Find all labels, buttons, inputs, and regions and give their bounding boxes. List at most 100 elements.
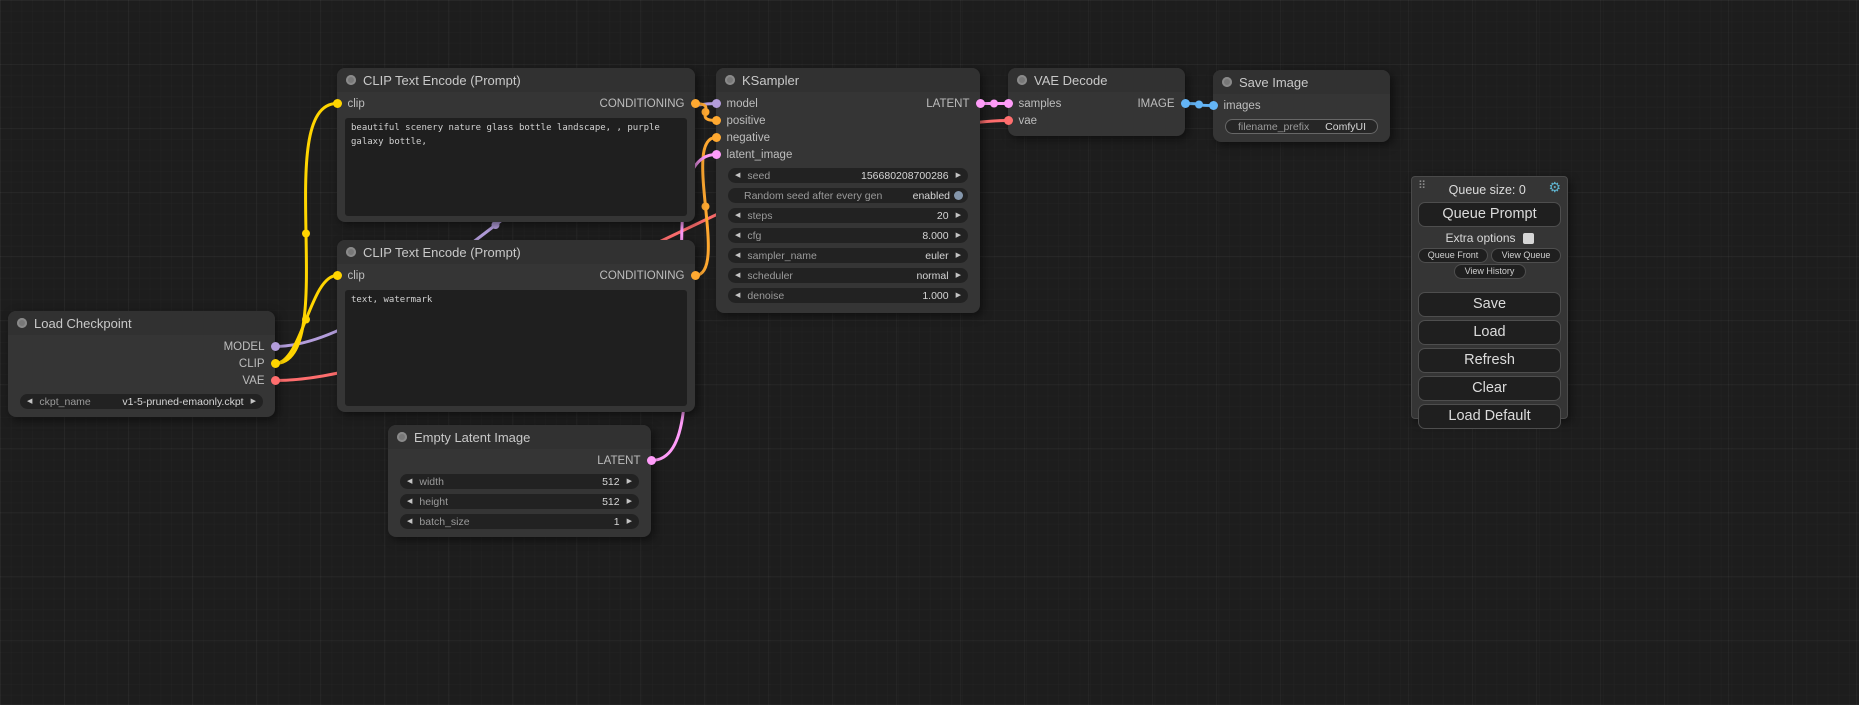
collapse-dot-icon[interactable] [725,75,735,85]
node-vae-decode[interactable]: VAE Decode samples IMAGE vae [1008,68,1185,136]
increment-arrow-icon[interactable]: ▶ [627,518,632,525]
slot-row: MODEL [8,338,275,355]
denoise-widget[interactable]: ◀ denoise 1.000 ▶ [728,288,968,303]
load-button[interactable]: Load [1418,320,1561,345]
node-save-image[interactable]: Save Image images filename_prefix ComfyU… [1213,70,1390,142]
conditioning-output-dot[interactable] [691,271,700,280]
node-clip-text-encode-negative[interactable]: CLIP Text Encode (Prompt) clip CONDITION… [337,240,695,412]
slot-row: clip CONDITIONING [337,267,695,284]
node-empty-latent-image[interactable]: Empty Latent Image LATENT ◀ width 512 ▶ … [388,425,651,537]
widget-label: steps [747,210,772,222]
node-clip-text-encode-positive[interactable]: CLIP Text Encode (Prompt) clip CONDITION… [337,68,695,222]
node-title-bar[interactable]: Empty Latent Image [388,425,651,449]
node-title-bar[interactable]: CLIP Text Encode (Prompt) [337,68,695,92]
decrement-arrow-icon[interactable]: ◀ [407,478,412,485]
latent-output-dot[interactable] [647,456,656,465]
output-label-latent: LATENT [926,98,969,110]
load-default-button[interactable]: Load Default [1418,404,1561,429]
decrement-arrow-icon[interactable]: ◀ [735,272,740,279]
increment-arrow-icon[interactable]: ▶ [956,172,961,179]
negative-input-dot[interactable] [712,133,721,142]
view-history-button[interactable]: View History [1454,264,1526,279]
refresh-button[interactable]: Refresh [1418,348,1561,373]
clip-input-dot[interactable] [333,271,342,280]
slot-row: clip CONDITIONING [337,95,695,112]
prompt-textarea[interactable]: text, watermark [345,290,687,406]
increment-arrow-icon[interactable]: ▶ [956,232,961,239]
decrement-arrow-icon[interactable]: ◀ [407,518,412,525]
vae-output-dot[interactable] [271,376,280,385]
widget-label: batch_size [419,516,469,528]
increment-arrow-icon[interactable]: ▶ [956,272,961,279]
decrement-arrow-icon[interactable]: ◀ [735,232,740,239]
clip-input-dot[interactable] [333,99,342,108]
positive-input-dot[interactable] [712,116,721,125]
node-title: VAE Decode [1034,73,1107,88]
widget-value: 1 [614,516,620,528]
node-title-bar[interactable]: CLIP Text Encode (Prompt) [337,240,695,264]
decrement-arrow-icon[interactable]: ◀ [735,172,740,179]
collapse-dot-icon[interactable] [17,318,27,328]
increment-arrow-icon[interactable]: ▶ [956,292,961,299]
drag-handle-icon[interactable]: ⠿ [1418,179,1426,192]
queue-prompt-button[interactable]: Queue Prompt [1418,202,1561,227]
input-label-latent-image: latent_image [727,149,793,161]
decrement-arrow-icon[interactable]: ◀ [735,292,740,299]
decrement-arrow-icon[interactable]: ◀ [407,498,412,505]
decrement-arrow-icon[interactable]: ◀ [735,252,740,259]
samples-input-dot[interactable] [1004,99,1013,108]
node-title-bar[interactable]: KSampler [716,68,980,92]
view-queue-button[interactable]: View Queue [1491,248,1561,263]
sampler-name-widget[interactable]: ◀ sampler_name euler ▶ [728,248,968,263]
collapse-dot-icon[interactable] [346,247,356,257]
queue-menu-panel: ⠿ Queue size: 0 ⚙ Queue Prompt Extra opt… [1411,176,1568,419]
collapse-dot-icon[interactable] [1222,77,1232,87]
spacer [1418,280,1561,289]
collapse-dot-icon[interactable] [346,75,356,85]
settings-gear-icon[interactable]: ⚙ [1548,180,1561,194]
seed-widget[interactable]: ◀ seed 156680208700286 ▶ [728,168,968,183]
latent-output-dot[interactable] [976,99,985,108]
vae-input-dot[interactable] [1004,116,1013,125]
increment-arrow-icon[interactable]: ▶ [956,212,961,219]
images-input-dot[interactable] [1209,101,1218,110]
conditioning-output-dot[interactable] [691,99,700,108]
clip-output-dot[interactable] [271,359,280,368]
collapse-dot-icon[interactable] [1017,75,1027,85]
node-ksampler[interactable]: KSampler model LATENT positive negative [716,68,980,313]
scheduler-widget[interactable]: ◀ scheduler normal ▶ [728,268,968,283]
input-label-negative: negative [727,132,770,144]
cfg-widget[interactable]: ◀ cfg 8.000 ▶ [728,228,968,243]
height-widget[interactable]: ◀ height 512 ▶ [400,494,639,509]
decrement-arrow-icon[interactable]: ◀ [27,398,32,405]
model-input-dot[interactable] [712,99,721,108]
width-widget[interactable]: ◀ width 512 ▶ [400,474,639,489]
batch-size-widget[interactable]: ◀ batch_size 1 ▶ [400,514,639,529]
node-title: CLIP Text Encode (Prompt) [363,73,521,88]
ckpt-name-widget[interactable]: ◀ ckpt_name v1-5-pruned-emaonly.ckpt ▶ [20,394,263,409]
random-seed-toggle-widget[interactable]: Random seed after every gen enabled [728,188,968,203]
increment-arrow-icon[interactable]: ▶ [627,478,632,485]
save-button[interactable]: Save [1418,292,1561,317]
decrement-arrow-icon[interactable]: ◀ [735,212,740,219]
steps-widget[interactable]: ◀ steps 20 ▶ [728,208,968,223]
widget-value: 156680208700286 [861,170,949,182]
prompt-textarea[interactable]: beautiful scenery nature glass bottle la… [345,118,687,216]
queue-front-button[interactable]: Queue Front [1418,248,1488,263]
node-load-checkpoint[interactable]: Load Checkpoint MODEL CLIP VAE ◀ ckpt_na… [8,311,275,417]
filename-prefix-widget[interactable]: filename_prefix ComfyUI [1225,119,1378,134]
node-title-bar[interactable]: VAE Decode [1008,68,1185,92]
increment-arrow-icon[interactable]: ▶ [627,498,632,505]
latent-image-input-dot[interactable] [712,150,721,159]
node-title-bar[interactable]: Save Image [1213,70,1390,94]
toggle-knob-icon[interactable] [954,191,963,200]
increment-arrow-icon[interactable]: ▶ [956,252,961,259]
collapse-dot-icon[interactable] [397,432,407,442]
clear-button[interactable]: Clear [1418,376,1561,401]
increment-arrow-icon[interactable]: ▶ [251,398,256,405]
model-output-dot[interactable] [271,342,280,351]
widget-value: 8.000 [922,230,948,242]
extra-options-checkbox[interactable] [1523,233,1534,244]
image-output-dot[interactable] [1181,99,1190,108]
node-title-bar[interactable]: Load Checkpoint [8,311,275,335]
